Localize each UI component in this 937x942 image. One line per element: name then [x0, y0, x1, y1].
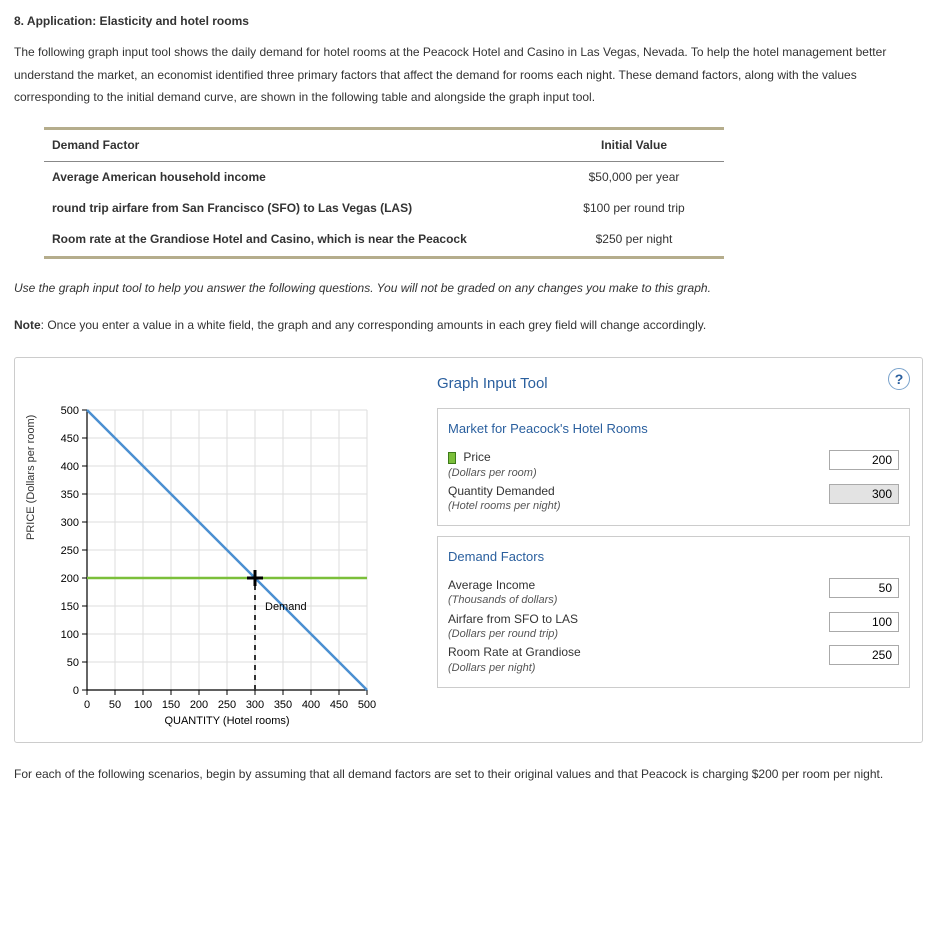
instruction-text: Use the graph input tool to help you ans…: [14, 277, 923, 300]
value-cell: $50,000 per year: [544, 161, 724, 192]
demand-factor-table: Demand Factor Initial Value Average Amer…: [44, 127, 724, 259]
factor-cell: round trip airfare from San Francisco (S…: [44, 193, 544, 224]
svg-text:50: 50: [67, 657, 79, 669]
svg-text:100: 100: [134, 699, 152, 711]
airfare-input[interactable]: [829, 612, 899, 632]
svg-text:450: 450: [330, 699, 348, 711]
svg-text:300: 300: [246, 699, 264, 711]
svg-text:250: 250: [218, 699, 236, 711]
demand-chart[interactable]: Demand 0 50 100 150 200 250 300 350 400 …: [27, 400, 407, 730]
qty-sublabel: (Hotel rooms per night): [448, 500, 561, 512]
factors-panel: Demand Factors Average Income (Thousands…: [437, 536, 910, 687]
note-text: : Once you enter a value in a white fiel…: [41, 318, 707, 332]
svg-text:200: 200: [190, 699, 208, 711]
x-axis-label: QUANTITY (Hotel rooms): [164, 715, 289, 727]
svg-text:300: 300: [61, 517, 79, 529]
value-cell: $250 per night: [544, 224, 724, 258]
svg-text:450: 450: [61, 433, 79, 445]
svg-text:500: 500: [358, 699, 376, 711]
table-row: round trip airfare from San Francisco (S…: [44, 193, 724, 224]
factor-cell: Room rate at the Grandiose Hotel and Cas…: [44, 224, 544, 258]
demand-label: Demand: [265, 601, 307, 613]
svg-text:0: 0: [84, 699, 90, 711]
svg-text:150: 150: [61, 601, 79, 613]
tool-title: Graph Input Tool: [437, 370, 910, 399]
intro-paragraph: The following graph input tool shows the…: [14, 41, 923, 109]
footer-paragraph: For each of the following scenarios, beg…: [14, 763, 923, 786]
income-input[interactable]: [829, 578, 899, 598]
help-icon[interactable]: ?: [888, 368, 910, 390]
price-input[interactable]: [829, 450, 899, 470]
svg-text:250: 250: [61, 545, 79, 557]
svg-text:150: 150: [162, 699, 180, 711]
income-label: Average Income: [448, 578, 535, 592]
svg-text:100: 100: [61, 629, 79, 641]
svg-text:350: 350: [274, 699, 292, 711]
y-axis-label: PRICE (Dollars per room): [21, 415, 42, 540]
airfare-label: Airfare from SFO to LAS: [448, 612, 578, 626]
svg-text:400: 400: [61, 461, 79, 473]
table-header-factor: Demand Factor: [44, 129, 544, 162]
price-legend-icon: [448, 452, 456, 464]
factors-panel-title: Demand Factors: [448, 545, 899, 570]
qty-output: [829, 484, 899, 504]
svg-text:200: 200: [61, 573, 79, 585]
table-header-value: Initial Value: [544, 129, 724, 162]
table-row: Room rate at the Grandiose Hotel and Cas…: [44, 224, 724, 258]
graph-input-tool: ? PRICE (Dollars per room): [14, 357, 923, 743]
price-label: Price: [463, 450, 490, 464]
grandiose-input[interactable]: [829, 645, 899, 665]
airfare-sublabel: (Dollars per round trip): [448, 628, 558, 640]
value-cell: $100 per round trip: [544, 193, 724, 224]
factor-cell: Average American household income: [44, 161, 544, 192]
svg-text:500: 500: [61, 405, 79, 417]
chart-area[interactable]: PRICE (Dollars per room): [27, 370, 407, 730]
note-label: Note: [14, 318, 41, 332]
market-panel-title: Market for Peacock's Hotel Rooms: [448, 417, 899, 442]
note-paragraph: Note: Once you enter a value in a white …: [14, 314, 923, 337]
svg-text:400: 400: [302, 699, 320, 711]
price-sublabel: (Dollars per room): [448, 467, 537, 479]
svg-text:350: 350: [61, 489, 79, 501]
page-title: 8. Application: Elasticity and hotel roo…: [14, 10, 923, 33]
svg-text:0: 0: [73, 685, 79, 697]
grandiose-label: Room Rate at Grandiose: [448, 645, 581, 659]
svg-text:50: 50: [109, 699, 121, 711]
income-sublabel: (Thousands of dollars): [448, 594, 557, 606]
market-panel: Market for Peacock's Hotel Rooms Price (…: [437, 408, 910, 526]
qty-label: Quantity Demanded: [448, 484, 555, 498]
table-row: Average American household income $50,00…: [44, 161, 724, 192]
grandiose-sublabel: (Dollars per night): [448, 662, 535, 674]
